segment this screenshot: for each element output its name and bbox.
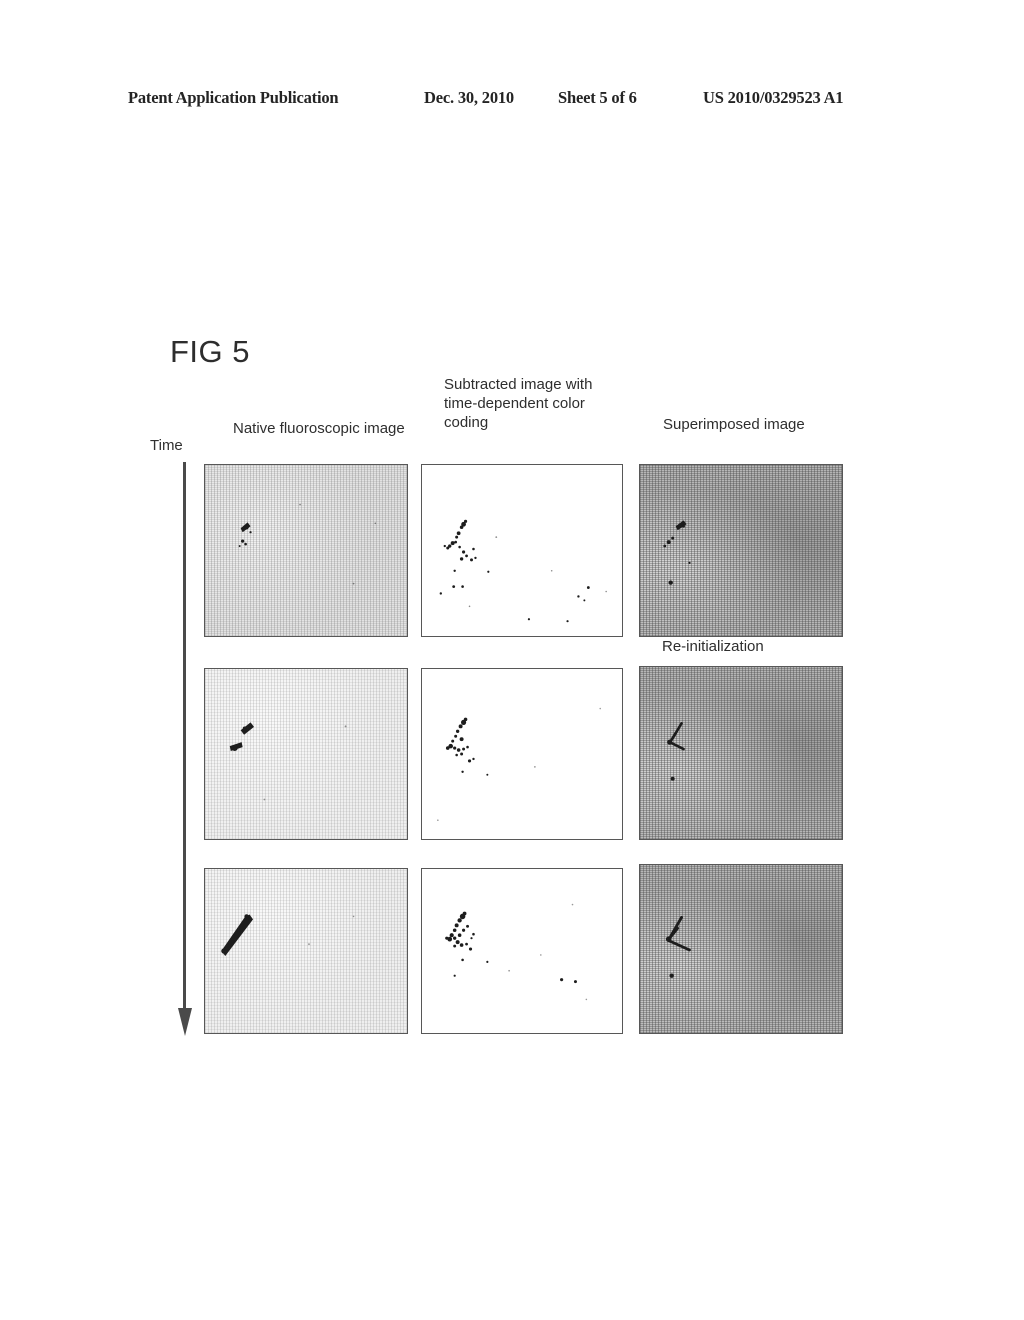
time-arrow-shaft	[183, 462, 186, 1014]
panel-row2-subtracted-image	[421, 668, 623, 840]
time-arrow	[178, 462, 192, 1036]
vessel-marks	[667, 722, 685, 781]
time-arrow-head	[178, 1008, 192, 1036]
column-header-subtracted-image: Subtracted image with time-dependent col…	[444, 376, 593, 431]
vessel-marks	[221, 914, 355, 956]
panel-row1-superimposed-image	[639, 464, 843, 637]
vessel-marks	[238, 503, 377, 585]
vessel-marks	[229, 722, 347, 801]
vessel-marks	[439, 519, 607, 623]
column-header-native-fluoroscopic: Native fluoroscopic image	[233, 420, 405, 437]
panel-row1-native-fluoroscopic	[204, 464, 408, 637]
time-axis-label: Time	[150, 437, 183, 454]
panel-row3-superimposed-image	[639, 864, 843, 1034]
vessel-marks	[437, 707, 602, 822]
panel-row3-subtracted-image	[421, 868, 623, 1034]
reinitialization-label: Re-initialization	[662, 638, 764, 655]
column-header-superimposed-image: Superimposed image	[663, 416, 805, 433]
figure-5: FIG 5 Time Native fluoroscopic image Sub…	[0, 0, 1024, 1320]
panel-row1-subtracted-image	[421, 464, 623, 637]
panel-row2-superimposed-image	[639, 666, 843, 840]
vessel-marks	[665, 915, 691, 978]
panel-row3-native-fluoroscopic	[204, 868, 408, 1034]
panel-row2-native-fluoroscopic	[204, 668, 408, 840]
vessel-marks	[663, 520, 691, 585]
figure-title: FIG 5	[170, 334, 251, 369]
vessel-marks	[445, 903, 588, 1001]
